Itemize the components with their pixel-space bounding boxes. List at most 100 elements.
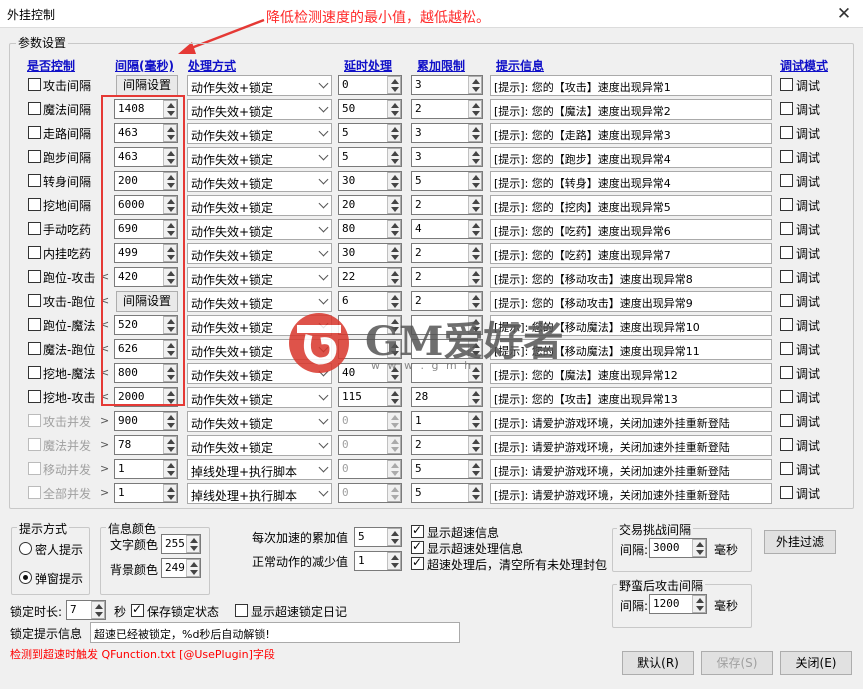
debug-checkbox[interactable] [780, 174, 793, 187]
accum-limit-stepper[interactable]: 3 [411, 75, 483, 95]
delay-stepper[interactable]: 0 [338, 459, 402, 479]
hint-message-input[interactable]: [提示]: 您的【魔法】速度出现异常12 [490, 363, 772, 384]
accum-limit-stepper[interactable]: 2 [411, 195, 483, 215]
handle-method-select[interactable]: 动作失效+锁定 [187, 339, 332, 360]
handle-method-select[interactable]: 动作失效+锁定 [187, 195, 332, 216]
interval-stepper[interactable]: 1 [114, 483, 178, 503]
clear-packets-checkbox[interactable] [411, 555, 424, 570]
delay-stepper[interactable]: 6 [338, 291, 402, 311]
accum-limit-stepper[interactable]: 3 [411, 123, 483, 143]
hint-message-input[interactable]: [提示]: 您的【转身】速度出现异常4 [490, 171, 772, 192]
interval-stepper[interactable]: 78 [114, 435, 178, 455]
debug-checkbox[interactable] [780, 270, 793, 283]
handle-method-select[interactable]: 动作失效+锁定 [187, 171, 332, 192]
debug-checkbox[interactable] [780, 390, 793, 403]
bg-color-stepper[interactable]: 249 [161, 558, 201, 578]
handle-method-select[interactable]: 动作失效+锁定 [187, 387, 332, 408]
delay-stepper[interactable]: 0 [338, 483, 402, 503]
handle-method-select[interactable]: 掉线处理+执行脚本 [187, 483, 332, 504]
debug-checkbox[interactable] [780, 486, 793, 499]
row-enable-checkbox[interactable] [28, 126, 41, 139]
handle-method-select[interactable]: 动作失效+锁定 [187, 315, 332, 336]
save-button[interactable]: 保存(S) [701, 651, 773, 675]
hint-message-input[interactable]: [提示]: 请爱护游戏环境，关闭加速外挂重新登陆 [490, 435, 772, 456]
secret-hint-radio[interactable] [19, 542, 32, 555]
interval-stepper[interactable]: 900 [114, 411, 178, 431]
debug-checkbox[interactable] [780, 342, 793, 355]
close-icon[interactable]: ✕ [832, 3, 856, 25]
hint-message-input[interactable]: [提示]: 您的【跑步】速度出现异常4 [490, 147, 772, 168]
row-enable-checkbox[interactable] [28, 366, 41, 379]
show-speed-info-checkbox[interactable] [411, 523, 424, 538]
hint-message-input[interactable]: [提示]: 您的【攻击】速度出现异常1 [490, 75, 772, 96]
handle-method-select[interactable]: 动作失效+锁定 [187, 411, 332, 432]
debug-checkbox[interactable] [780, 414, 793, 427]
hint-message-input[interactable]: [提示]: 请爱护游戏环境，关闭加速外挂重新登陆 [490, 459, 772, 480]
hint-message-input[interactable]: [提示]: 您的【魔法】速度出现异常2 [490, 99, 772, 120]
handle-method-select[interactable]: 动作失效+锁定 [187, 75, 332, 96]
row-enable-checkbox[interactable] [28, 414, 41, 427]
handle-method-select[interactable]: 动作失效+锁定 [187, 243, 332, 264]
plugin-filter-button[interactable]: 外挂过滤 [764, 530, 836, 554]
delay-stepper[interactable]: 0 [338, 435, 402, 455]
delay-stepper[interactable]: 30 [338, 171, 402, 191]
show-lock-log-checkbox[interactable] [235, 604, 248, 617]
accum-limit-stepper[interactable]: 2 [411, 291, 483, 311]
delay-stepper[interactable]: 20 [338, 195, 402, 215]
debug-checkbox[interactable] [780, 462, 793, 475]
delay-stepper[interactable]: 50 [338, 99, 402, 119]
debug-checkbox[interactable] [780, 438, 793, 451]
row-enable-checkbox[interactable] [28, 246, 41, 259]
hint-message-input[interactable]: [提示]: 您的【挖肉】速度出现异常5 [490, 195, 772, 216]
hint-message-input[interactable]: [提示]: 请爱护游戏环境，关闭加速外挂重新登陆 [490, 411, 772, 432]
debug-checkbox[interactable] [780, 78, 793, 91]
lock-message-input[interactable]: 超速已经被锁定，%d秒后自动解锁! [90, 622, 460, 643]
delay-stepper[interactable]: 5 [338, 147, 402, 167]
hint-message-input[interactable]: [提示]: 您的【移动攻击】速度出现异常9 [490, 291, 772, 312]
hint-message-input[interactable]: [提示]: 请爱护游戏环境，关闭加速外挂重新登陆 [490, 483, 772, 504]
accum-limit-stepper[interactable]: 3 [411, 147, 483, 167]
trade-interval-stepper[interactable]: 3000 [649, 538, 707, 558]
handle-method-select[interactable]: 动作失效+锁定 [187, 291, 332, 312]
accum-limit-stepper[interactable]: 4 [411, 219, 483, 239]
delay-stepper[interactable]: 40 [338, 363, 402, 383]
delay-stepper[interactable]: 80 [338, 219, 402, 239]
delay-stepper[interactable]: 0 [338, 75, 402, 95]
row-enable-checkbox[interactable] [28, 342, 41, 355]
savage-interval-stepper[interactable]: 1200 [649, 594, 707, 614]
handle-method-select[interactable]: 动作失效+锁定 [187, 363, 332, 384]
handle-method-select[interactable]: 动作失效+锁定 [187, 99, 332, 120]
handle-method-select[interactable]: 动作失效+锁定 [187, 123, 332, 144]
accum-limit-stepper[interactable]: 28 [411, 387, 483, 407]
accum-limit-stepper[interactable]: 2 [411, 267, 483, 287]
row-enable-checkbox[interactable] [28, 438, 41, 451]
accum-limit-stepper[interactable]: 1 [411, 411, 483, 431]
handle-method-select[interactable]: 动作失效+锁定 [187, 219, 332, 240]
accum-limit-stepper[interactable]: 5 [411, 171, 483, 191]
popup-hint-radio[interactable] [19, 571, 32, 584]
show-handle-info-checkbox[interactable] [411, 539, 424, 554]
hint-message-input[interactable]: [提示]: 您的【吃药】速度出现异常6 [490, 219, 772, 240]
row-enable-checkbox[interactable] [28, 390, 41, 403]
delay-stepper[interactable]: 115 [338, 387, 402, 407]
delay-stepper[interactable]: 5 [338, 123, 402, 143]
handle-method-select[interactable]: 动作失效+锁定 [187, 435, 332, 456]
accum-limit-stepper[interactable] [411, 315, 483, 335]
accum-limit-stepper[interactable]: 5 [411, 483, 483, 503]
accum-limit-stepper[interactable]: 2 [411, 243, 483, 263]
row-enable-checkbox[interactable] [28, 294, 41, 307]
debug-checkbox[interactable] [780, 318, 793, 331]
lock-duration-stepper[interactable]: 7 [66, 600, 106, 620]
row-enable-checkbox[interactable] [28, 222, 41, 235]
row-enable-checkbox[interactable] [28, 486, 41, 499]
default-button[interactable]: 默认(R) [622, 651, 694, 675]
row-enable-checkbox[interactable] [28, 198, 41, 211]
row-enable-checkbox[interactable] [28, 462, 41, 475]
delay-stepper[interactable]: 30 [338, 243, 402, 263]
delay-stepper[interactable] [338, 315, 402, 335]
hint-message-input[interactable]: [提示]: 您的【走路】速度出现异常3 [490, 123, 772, 144]
handle-method-select[interactable]: 动作失效+锁定 [187, 147, 332, 168]
accum-limit-stepper[interactable]: 2 [411, 435, 483, 455]
handle-method-select[interactable]: 掉线处理+执行脚本 [187, 459, 332, 480]
row-enable-checkbox[interactable] [28, 174, 41, 187]
